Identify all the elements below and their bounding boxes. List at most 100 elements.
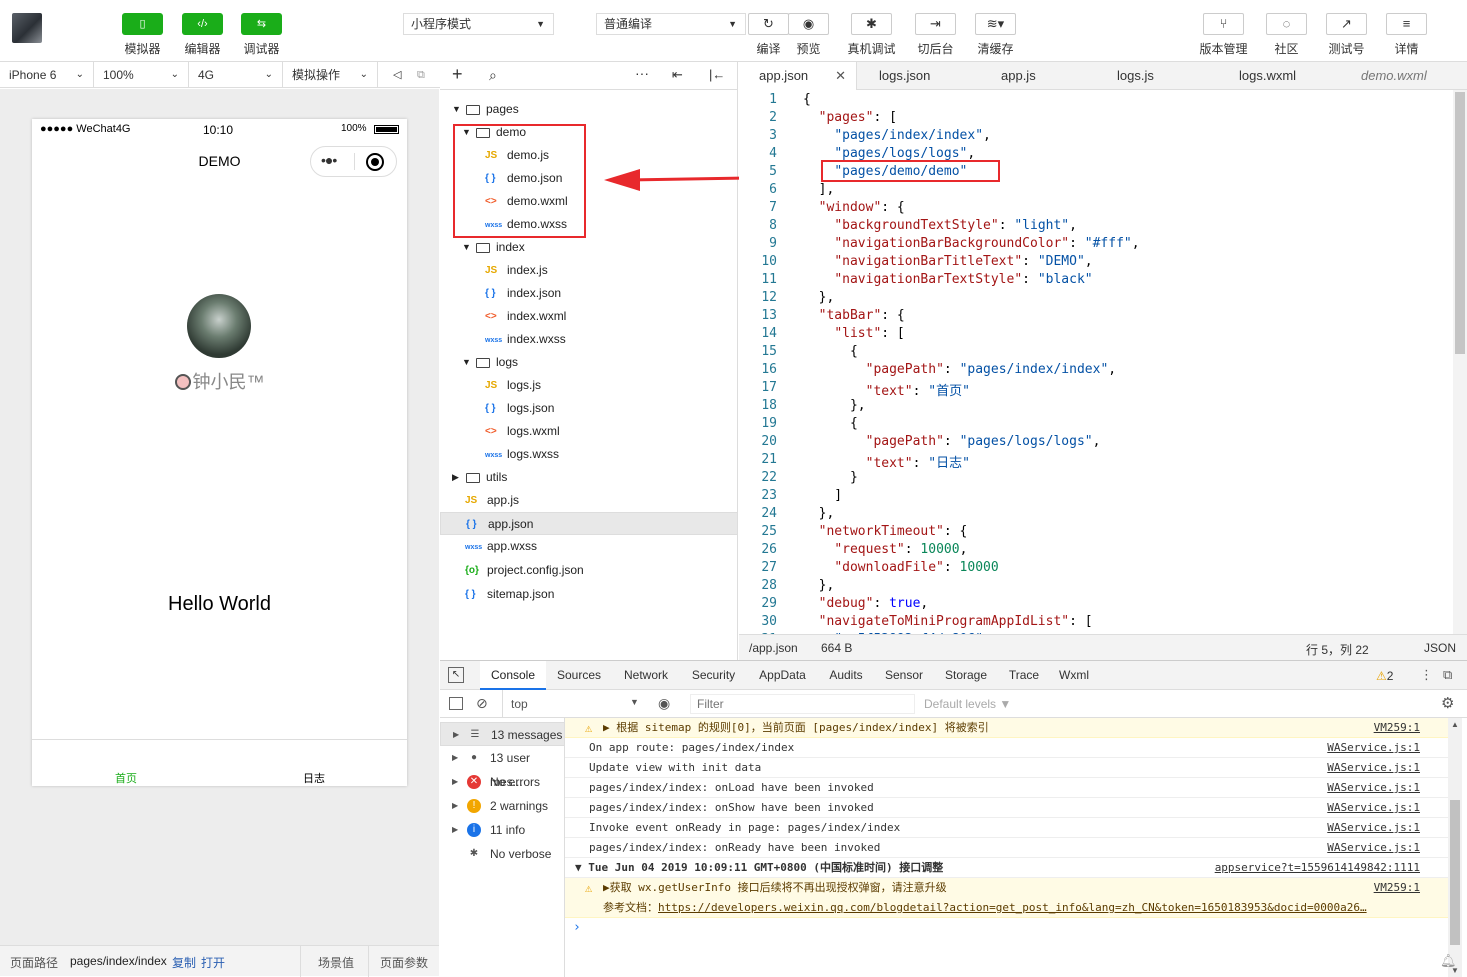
chevron-right-icon[interactable]: ▶ [452,818,458,842]
simulator-toggle-button[interactable]: ▯ [122,13,163,35]
source-link[interactable]: WAService.js:1 [1327,778,1420,798]
page-params-button[interactable]: 页面参数 [380,954,428,971]
console-message[interactable]: pages/index/index: onReady have been inv… [565,838,1448,858]
gear-icon[interactable]: ⚙ [1441,694,1454,712]
console-message[interactable]: pages/index/index: onShow have been invo… [565,798,1448,818]
tab-logs[interactable]: 日志 [303,770,325,786]
source-link[interactable]: WAService.js:1 [1327,838,1420,858]
chevron-right-icon[interactable]: ▶ [452,794,458,818]
simulate-ops-select[interactable]: 模拟操作 ⌄ [283,62,378,88]
console-filter-item[interactable]: ✱ No verbose [440,842,565,866]
background-button[interactable]: ⇥ [915,13,956,35]
mode-select[interactable]: 小程序模式 ▼ [403,13,554,35]
source-link[interactable]: VM259:1 [1374,718,1420,738]
file-tree-item[interactable]: wxss index.wxss [440,328,738,351]
editor-tab[interactable]: app.js [979,62,1095,90]
more-icon[interactable]: ··· [635,65,649,81]
more-icon[interactable]: •●• [321,152,337,168]
devtools-tab[interactable]: Network [612,661,680,690]
editor-scrollbar[interactable] [1453,90,1467,634]
bell-icon[interactable]: 🔔︎ [1440,953,1457,969]
levels-select[interactable]: Default levels ▼ [924,697,1011,711]
editor-tab[interactable]: logs.wxml [1217,62,1339,90]
file-tree-item[interactable]: { } index.json [440,282,738,305]
more-options-icon[interactable]: ⋮ [1420,667,1433,683]
clear-console-icon[interactable]: ⊘ [476,695,488,712]
doc-link[interactable]: https://developers.weixin.qq.com/blogdet… [658,901,1367,914]
devtools-tab[interactable]: Wxml [1050,661,1098,690]
user-avatar[interactable] [12,13,42,43]
source-link[interactable]: WAService.js:1 [1327,758,1420,778]
file-tree-item[interactable]: { } sitemap.json [440,583,738,606]
source-link[interactable]: WAService.js:1 [1327,818,1420,838]
close-icon[interactable]: ✕ [835,62,846,90]
mute-button[interactable]: ◁ [384,62,408,88]
test-account-button[interactable]: ↗ [1326,13,1367,35]
editor-tab[interactable]: demo.wxml [1339,62,1459,90]
source-link[interactable]: WAService.js:1 [1327,738,1420,758]
warning-counter[interactable]: ⚠2 [1376,669,1393,683]
file-tree-item[interactable]: ▶ utils [440,466,738,489]
scene-button[interactable]: 场景值 [318,954,354,971]
collapse-icon[interactable]: ⇤ [672,67,683,83]
eye-icon[interactable]: ◉ [658,695,670,712]
community-button[interactable]: ◌ [1266,13,1307,35]
source-link[interactable]: WAService.js:1 [1327,798,1420,818]
tab-home[interactable]: 首页 [115,770,137,786]
source-link[interactable]: appservice?t=1559614149842:1111 [1215,858,1420,878]
console-message[interactable]: ▼ Tue Jun 04 2019 10:09:11 GMT+0800 (中国标… [565,858,1448,878]
editor-tab[interactable]: logs.json [857,62,979,90]
file-tree-item[interactable]: <> index.wxml [440,305,738,328]
chevron-right-icon[interactable]: ▶ [452,770,458,794]
devtools-tab[interactable]: Storage [934,661,998,690]
source-link[interactable]: VM259:1 [1374,878,1420,898]
language-mode[interactable]: JSON [1424,641,1456,655]
devtools-tab[interactable]: Audits [818,661,874,690]
version-button[interactable]: ⑂ [1203,13,1244,35]
preview-button[interactable]: ◉ [788,13,829,35]
scroll-thumb[interactable] [1455,92,1465,354]
chevron-right-icon[interactable]: ▶ [452,466,459,489]
device-select[interactable]: iPhone 6 ⌄ [0,62,94,88]
console-filter-item[interactable]: ▶ ✕ No errors [440,770,565,794]
filter-input[interactable] [690,694,915,714]
console-filter-item[interactable]: ▶ i 11 info [440,818,565,842]
file-tree-item[interactable]: <> logs.wxml [440,420,738,443]
zoom-select[interactable]: 100% ⌄ [94,62,189,88]
cursor-position[interactable]: 行 5，列 22 [1306,641,1369,658]
open-path-link[interactable]: 打开 [201,954,225,971]
file-tree-item[interactable]: ▼ logs [440,351,738,374]
dock-icon[interactable]: ⧉ [1443,667,1452,683]
console-scrollbar[interactable]: ▲ ▼ [1448,718,1462,977]
console-prompt[interactable]: › [573,920,581,935]
debugger-toggle-button[interactable]: ⇆ [241,13,282,35]
devtools-tab[interactable]: Trace [998,661,1050,690]
network-select[interactable]: 4G ⌄ [189,62,283,88]
console-message[interactable]: ⚠ ▶ 根据 sitemap 的规则[0]，当前页面 [pages/index/i… [565,718,1448,738]
scroll-up-icon[interactable]: ▲ [1451,720,1459,729]
file-tree-item[interactable]: { } app.json [440,512,738,535]
detach-button[interactable]: ⧉ [408,62,436,88]
search-icon[interactable]: ⌕ [489,67,497,84]
chevron-right-icon[interactable]: ▶ [452,746,458,770]
editor-tab[interactable]: logs.js [1095,62,1217,90]
file-tree-item[interactable]: JS app.js [440,489,738,512]
console-message[interactable]: ⚠ ▶获取 wx.getUserInfo 接口后续将不再出现授权弹窗，请注意升级 V… [565,878,1448,918]
compile-mode-select[interactable]: 普通编译 ▼ [596,13,746,35]
scroll-thumb[interactable] [1450,800,1460,945]
file-tree-item[interactable]: JS logs.js [440,374,738,397]
devtools-tab[interactable]: AppData [747,661,818,690]
chevron-down-icon[interactable]: ▼ [462,351,471,374]
chevron-down-icon[interactable]: ▼ [462,236,471,259]
file-tree-item[interactable]: JS index.js [440,259,738,282]
file-tree-item[interactable]: ▼ pages [440,98,738,121]
compile-button[interactable]: ↻ [748,13,789,35]
console-message[interactable]: Invoke event onReady in page: pages/inde… [565,818,1448,838]
file-tree-item[interactable]: {o} project.config.json [440,559,738,582]
copy-path-link[interactable]: 复制 [172,954,196,971]
devtools-tab[interactable]: Sensor [874,661,934,690]
editor-toggle-button[interactable]: ‹/› [182,13,223,35]
inspect-icon[interactable]: ↖ [448,667,464,683]
toggle-panel-icon[interactable]: |← [709,67,725,82]
devtools-tab[interactable]: Sources [546,661,612,690]
